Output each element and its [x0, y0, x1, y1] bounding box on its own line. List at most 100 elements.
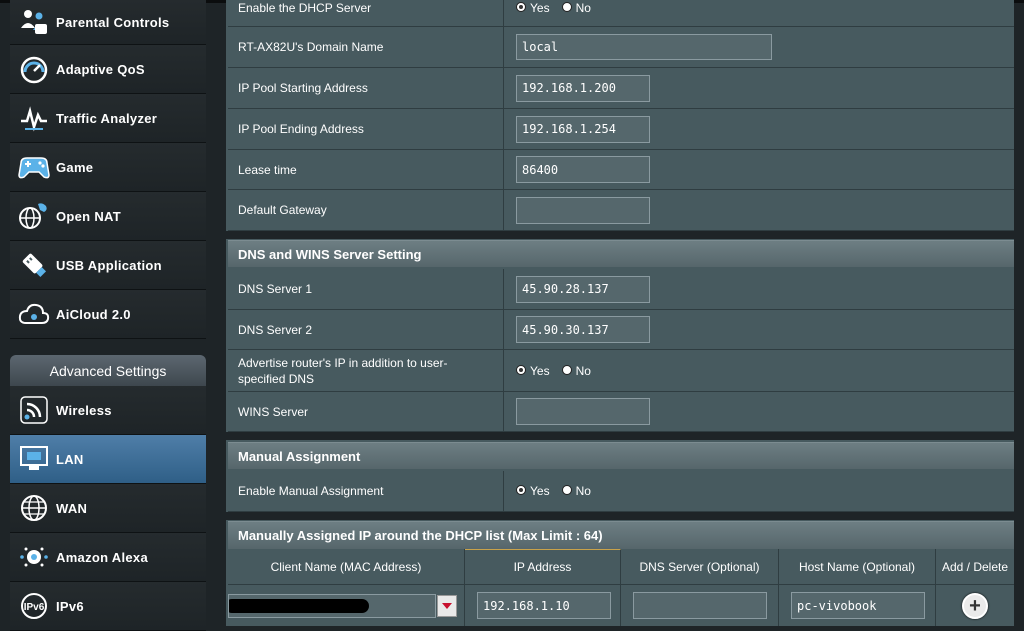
advertise-router-ip-label: Advertise router's IP in addition to use…	[228, 350, 504, 391]
svg-text:IPv6: IPv6	[24, 602, 45, 613]
dhcp-no-label: No	[575, 1, 591, 15]
wins-server-label: WINS Server	[228, 392, 504, 431]
manual-list-new-entry-row: +	[228, 585, 1014, 626]
plus-icon: +	[969, 594, 981, 617]
dns1-input[interactable]	[516, 275, 650, 303]
sidebar-item-lan[interactable]: LAN	[10, 435, 206, 484]
column-header-host-name: Host Name (Optional)	[779, 549, 936, 584]
sidebar-item-aicloud[interactable]: AiCloud 2.0	[10, 290, 206, 339]
dns-wins-section-title: DNS and WINS Server Setting	[238, 246, 422, 262]
lan-icon	[16, 441, 52, 477]
advertise-yes-label: Yes	[530, 363, 550, 378]
enable-manual-assignment-row: Enable Manual Assignment Yes No	[228, 471, 1014, 512]
lease-time-label: Lease time	[228, 150, 504, 189]
sidebar-item-parental-controls[interactable]: Parental Controls	[10, 0, 206, 45]
sidebar-item-label: Parental Controls	[56, 14, 170, 30]
lan-dhcp-settings-panel: Enable the DHCP Server Yes No RT-AX82U's…	[226, 0, 1014, 626]
pool-start-input[interactable]	[516, 74, 650, 102]
default-gateway-input[interactable]	[516, 196, 650, 224]
pool-start-label: IP Pool Starting Address	[228, 68, 504, 108]
speedometer-icon	[16, 51, 52, 87]
manual-assignment-section-title: Manual Assignment	[238, 448, 361, 464]
sidebar-item-usb-application[interactable]: USB Application	[10, 241, 206, 290]
advertise-router-ip-row: Advertise router's IP in addition to use…	[228, 350, 1014, 392]
manual-no-radio[interactable]	[561, 485, 572, 495]
alexa-icon	[16, 539, 52, 575]
client-name-combobox[interactable]	[228, 593, 436, 618]
redacted-client-name	[229, 598, 369, 613]
pool-end-input[interactable]	[516, 115, 650, 143]
dns-wins-section-header: DNS and WINS Server Setting	[228, 240, 1014, 267]
advertise-no-label: No	[575, 363, 591, 378]
sidebar-item-label: Adaptive QoS	[56, 61, 145, 77]
sidebar-item-amazon-alexa[interactable]: Amazon Alexa	[10, 533, 206, 582]
sidebar-item-adaptive-qos[interactable]: Adaptive QoS	[10, 45, 206, 94]
section-gap	[226, 231, 1014, 239]
dhcp-yes-label: Yes	[530, 1, 550, 15]
dns1-row: DNS Server 1	[228, 269, 1014, 310]
cloud-icon	[16, 296, 52, 332]
column-header-dns-server: DNS Server (Optional)	[621, 549, 779, 584]
advertise-no-radio[interactable]	[561, 364, 572, 375]
dhcp-no-radio[interactable]	[561, 2, 572, 12]
manual-assignment-section-header: Manual Assignment	[228, 442, 1014, 469]
sidebar-item-label: AiCloud 2.0	[56, 306, 131, 322]
wireless-icon	[16, 392, 52, 428]
column-header-ip-address: IP Address	[465, 549, 621, 584]
sidebar-item-label: Game	[56, 159, 94, 175]
globe-icon	[16, 490, 52, 526]
add-entry-button[interactable]: +	[962, 592, 988, 619]
sidebar-item-label: LAN	[56, 451, 84, 467]
enable-dhcp-row: Enable the DHCP Server Yes No	[228, 0, 1014, 27]
sidebar-item-traffic-analyzer[interactable]: Traffic Analyzer	[10, 94, 206, 143]
manual-list-section-header: Manually Assigned IP around the DHCP lis…	[228, 521, 1014, 549]
client-dropdown-button[interactable]	[437, 594, 457, 617]
manual-yes-radio[interactable]	[516, 485, 526, 495]
enable-manual-assignment-label: Enable Manual Assignment	[228, 471, 504, 511]
dns2-input[interactable]	[516, 316, 650, 343]
sidebar-item-label: Wireless	[56, 402, 112, 418]
ipv6-icon: IPv6	[16, 588, 52, 624]
sidebar-item-label: USB Application	[56, 257, 162, 273]
gamepad-icon	[16, 149, 52, 185]
dns-server-cell	[621, 585, 779, 626]
host-name-cell	[779, 585, 936, 626]
dns1-label: DNS Server 1	[228, 269, 504, 309]
domain-name-input[interactable]	[516, 34, 772, 60]
ip-address-cell	[465, 585, 621, 626]
dropdown-arrow-icon	[442, 602, 452, 609]
sidebar-item-label: Traffic Analyzer	[56, 110, 158, 126]
sidebar-item-label: Open NAT	[56, 208, 121, 224]
client-name-cell	[228, 585, 465, 626]
add-delete-cell: +	[936, 585, 1014, 626]
manual-host-input[interactable]	[791, 592, 925, 619]
dns2-label: DNS Server 2	[228, 310, 504, 349]
advanced-settings-title: Advanced Settings	[49, 362, 167, 379]
dhcp-yes-radio[interactable]	[516, 2, 526, 12]
default-gateway-label: Default Gateway	[228, 190, 504, 230]
sidebar-general-menu: Parental Controls Adaptive QoS Traffic A…	[10, 0, 206, 343]
manual-list-table-header: Client Name (MAC Address) IP Address DNS…	[228, 549, 1014, 585]
pool-start-row: IP Pool Starting Address	[228, 68, 1014, 109]
wins-server-row: WINS Server	[228, 392, 1014, 432]
traffic-analyzer-icon	[16, 100, 52, 136]
sidebar-item-wireless[interactable]: Wireless	[10, 386, 206, 435]
usb-icon	[16, 247, 52, 283]
sidebar-item-ipv6[interactable]: IPv6 IPv6	[10, 582, 206, 631]
manual-dns-input[interactable]	[633, 592, 767, 619]
section-gap	[226, 512, 1014, 520]
advertise-yes-radio[interactable]	[516, 364, 526, 375]
sidebar-advanced-menu: Wireless LAN WAN Amazon Alexa IPv6 IPv6	[10, 386, 206, 631]
sidebar-item-game[interactable]: Game	[10, 143, 206, 192]
manual-ip-input[interactable]	[477, 592, 611, 619]
sidebar-item-label: WAN	[56, 500, 88, 516]
domain-name-row: RT-AX82U's Domain Name	[228, 27, 1014, 68]
domain-name-label: RT-AX82U's Domain Name	[228, 27, 504, 67]
section-gap	[226, 432, 1014, 440]
lease-time-row: Lease time	[228, 150, 1014, 190]
sidebar-item-wan[interactable]: WAN	[10, 484, 206, 533]
lease-time-input[interactable]	[516, 156, 650, 183]
wins-server-input[interactable]	[516, 398, 650, 425]
column-header-add-delete: Add / Delete	[941, 559, 1009, 574]
sidebar-item-open-nat[interactable]: Open NAT	[10, 192, 206, 241]
